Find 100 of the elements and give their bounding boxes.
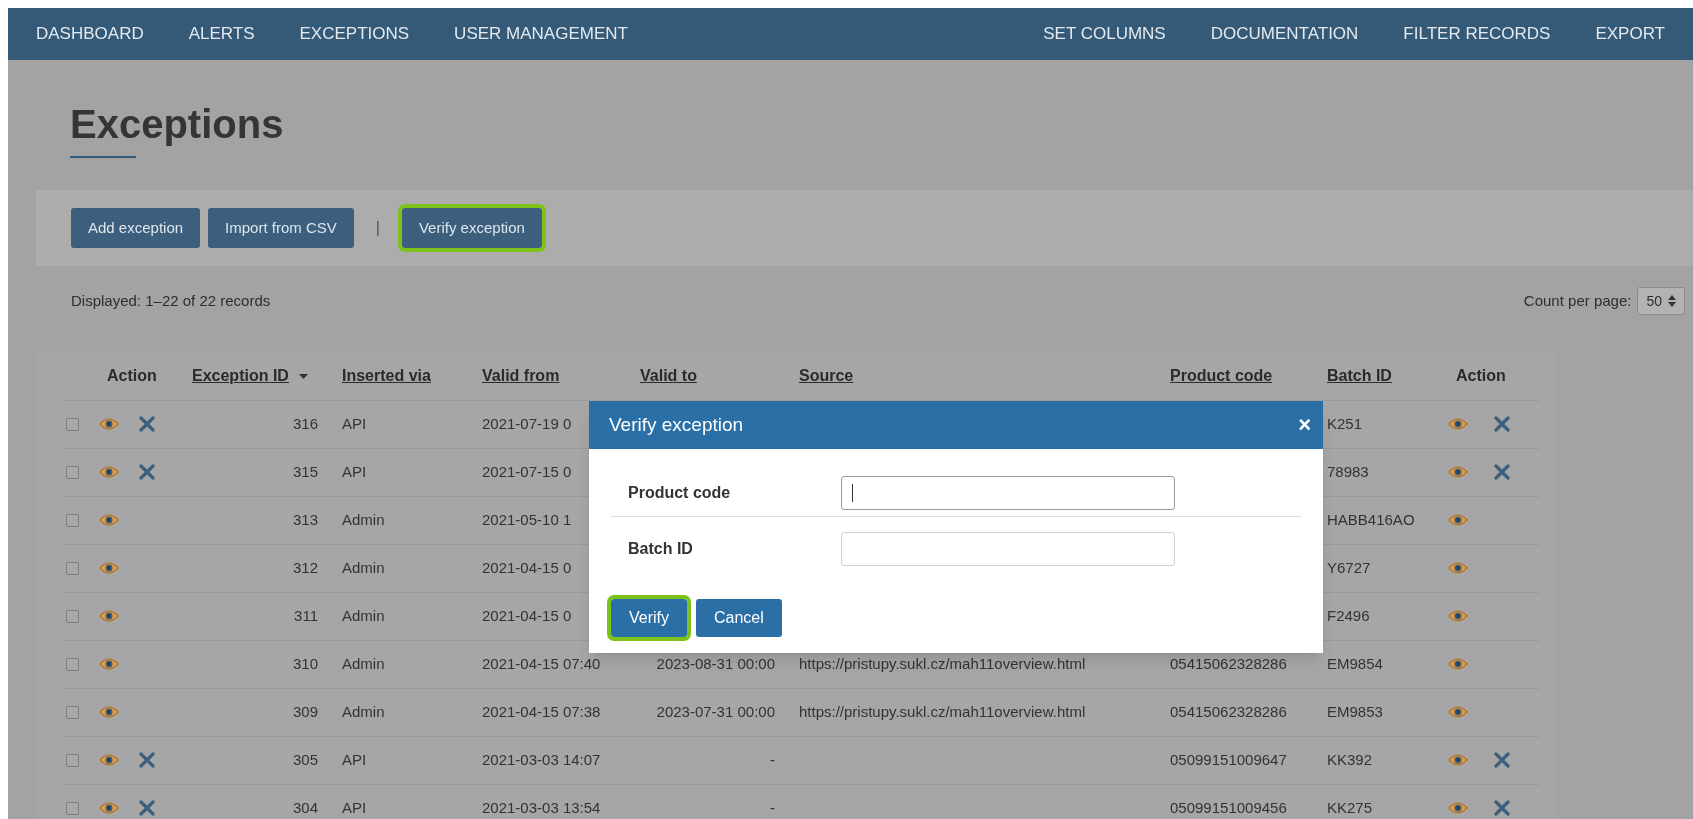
dialog-title: Verify exception xyxy=(609,412,744,437)
toolbar-button[interactable]: Add exception xyxy=(71,208,201,248)
table-cell: 312 xyxy=(292,558,318,576)
field-label: Product code xyxy=(628,482,732,503)
nav-link[interactable]: EXPORT xyxy=(1595,21,1665,47)
eye-icon[interactable] xyxy=(99,561,119,575)
table-cell: Admin xyxy=(342,606,385,624)
row-checkbox[interactable] xyxy=(66,657,79,671)
table-cell: KK275 xyxy=(1327,798,1373,816)
table-cell: 309 xyxy=(292,702,318,720)
table-cell: Admin xyxy=(342,702,385,720)
nav-link[interactable]: DOCUMENTATION xyxy=(1210,21,1359,47)
column-header: Action xyxy=(1456,366,1506,384)
table-cell: 2023-07-31 00:00 xyxy=(656,702,775,720)
eye-icon[interactable] xyxy=(99,705,119,719)
table-cell: https://pristupy.sukl.cz/mah11overview.html xyxy=(799,654,1086,672)
table-cell: 2021-04-15 0 xyxy=(482,558,572,576)
eye-icon[interactable] xyxy=(99,657,119,671)
nav-link[interactable]: DASHBOARD xyxy=(36,21,144,47)
column-header[interactable]: Product code xyxy=(1170,366,1273,384)
table-cell: 05099151009647 xyxy=(1170,750,1287,768)
table-cell: - xyxy=(770,798,775,816)
row-checkbox[interactable] xyxy=(66,561,79,575)
eye-icon[interactable] xyxy=(99,753,119,767)
table-cell: 2021-07-15 0 xyxy=(482,462,572,480)
delete-icon[interactable] xyxy=(139,416,155,432)
delete-icon[interactable] xyxy=(1494,416,1510,432)
nav-link[interactable]: EXCEPTIONS xyxy=(299,21,410,47)
record-count: Displayed: 1–22 of 22 records xyxy=(71,290,271,311)
table-cell: 310 xyxy=(292,654,318,672)
table-cell: API xyxy=(342,414,367,432)
eye-icon[interactable] xyxy=(1448,513,1468,527)
row-checkbox[interactable] xyxy=(66,417,79,431)
table-cell: 304 xyxy=(292,798,318,816)
column-header[interactable]: Valid from xyxy=(482,366,560,384)
row-checkbox[interactable] xyxy=(66,753,79,767)
table-cell: API xyxy=(342,462,367,480)
text-cursor xyxy=(852,483,853,502)
table-cell: F2496 xyxy=(1327,606,1370,624)
table-cell: K251 xyxy=(1327,414,1363,432)
eye-icon[interactable] xyxy=(1448,417,1468,431)
table-cell: 2021-04-15 07:40 xyxy=(482,654,601,672)
toolbar-button[interactable]: Import from CSV xyxy=(208,208,354,248)
row-checkbox[interactable] xyxy=(66,465,79,479)
table-cell: 2023-08-31 00:00 xyxy=(656,654,775,672)
row-checkbox[interactable] xyxy=(66,801,79,815)
dialog-button[interactable]: Cancel xyxy=(696,599,782,637)
delete-icon[interactable] xyxy=(1494,464,1510,480)
eye-icon[interactable] xyxy=(99,801,119,815)
close-button[interactable]: × xyxy=(1298,414,1311,436)
table-cell: 2021-04-15 0 xyxy=(482,606,572,624)
eye-icon[interactable] xyxy=(1448,705,1468,719)
table-cell: 313 xyxy=(292,510,318,528)
count-per-page-label: Count per page: xyxy=(1523,290,1632,311)
table-cell: 305 xyxy=(292,750,318,768)
table-cell: API xyxy=(342,750,367,768)
delete-icon[interactable] xyxy=(1494,800,1510,816)
row-checkbox[interactable] xyxy=(66,705,79,719)
eye-icon[interactable] xyxy=(1448,465,1468,479)
table-cell: Admin xyxy=(342,510,385,528)
select-arrows-icon xyxy=(1668,295,1676,307)
eye-icon[interactable] xyxy=(99,609,119,623)
delete-icon[interactable] xyxy=(139,752,155,768)
table-cell: 05415062328286 xyxy=(1170,654,1287,672)
eye-icon[interactable] xyxy=(99,513,119,527)
eye-icon[interactable] xyxy=(1448,609,1468,623)
delete-icon[interactable] xyxy=(1494,752,1510,768)
table-cell: - xyxy=(770,750,775,768)
count-per-page-select[interactable]: 50 xyxy=(1637,287,1685,315)
column-header[interactable]: Source xyxy=(799,366,854,384)
row-checkbox[interactable] xyxy=(66,513,79,527)
column-header[interactable]: Batch ID xyxy=(1327,366,1392,384)
table-cell: Y6727 xyxy=(1327,558,1371,576)
eye-icon[interactable] xyxy=(99,465,119,479)
eye-icon[interactable] xyxy=(1448,801,1468,815)
column-header[interactable]: Exception ID xyxy=(192,366,289,384)
table-cell: 05415062328286 xyxy=(1170,702,1287,720)
column-header[interactable]: Valid to xyxy=(640,366,697,384)
table-cell: KK392 xyxy=(1327,750,1373,768)
nav-link[interactable]: FILTER RECORDS xyxy=(1403,21,1551,47)
eye-icon[interactable] xyxy=(1448,657,1468,671)
table-cell: Admin xyxy=(342,558,385,576)
table-cell: API xyxy=(342,798,367,816)
table-cell: 78983 xyxy=(1327,462,1369,480)
eye-icon[interactable] xyxy=(1448,753,1468,767)
delete-icon[interactable] xyxy=(139,800,155,816)
eye-icon[interactable] xyxy=(99,417,119,431)
table-cell: 2021-04-15 07:38 xyxy=(482,702,601,720)
column-header[interactable]: Inserted via xyxy=(342,366,431,384)
table-cell: EM9853 xyxy=(1327,702,1383,720)
table-cell: https://pristupy.sukl.cz/mah11overview.html xyxy=(799,702,1086,720)
nav-link[interactable]: SET COLUMNS xyxy=(1043,21,1166,47)
row-checkbox[interactable] xyxy=(66,609,79,623)
input-field[interactable] xyxy=(841,532,1175,566)
nav-link[interactable]: ALERTS xyxy=(188,21,255,47)
delete-icon[interactable] xyxy=(139,464,155,480)
eye-icon[interactable] xyxy=(1448,561,1468,575)
nav-link[interactable]: USER MANAGEMENT xyxy=(454,21,628,47)
table-cell: Admin xyxy=(342,654,385,672)
input-field[interactable] xyxy=(841,475,1175,510)
